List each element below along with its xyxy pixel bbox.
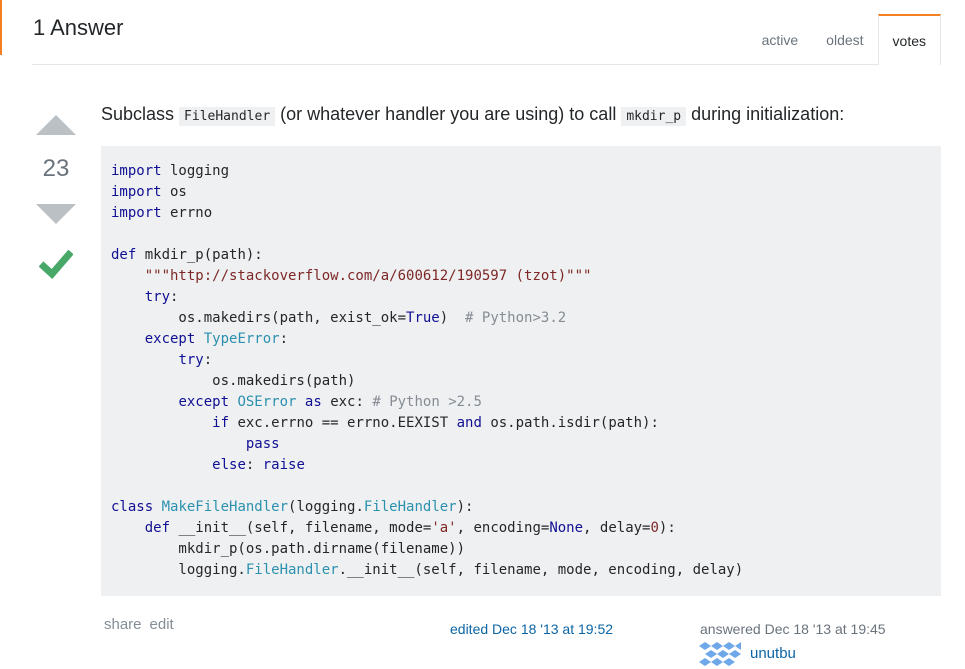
edit-link[interactable]: edit: [150, 616, 174, 633]
left-accent-bar: [0, 0, 2, 55]
code-block[interactable]: import logging import os import errno de…: [101, 146, 941, 596]
intro-text-middle: (or whatever handler you are using) to c…: [275, 104, 622, 124]
answer-post: Subclass FileHandler (or whatever handle…: [101, 100, 941, 596]
username-link[interactable]: unutbu: [750, 645, 796, 662]
answer-intro-text: Subclass FileHandler (or whatever handle…: [101, 100, 941, 131]
tab-oldest[interactable]: oldest: [812, 14, 877, 64]
sort-tabs: active oldest votes: [748, 14, 941, 65]
tab-active[interactable]: active: [748, 14, 813, 64]
share-link[interactable]: share: [104, 616, 142, 633]
accepted-checkmark-icon: [39, 249, 73, 280]
answers-count-title: 1 Answer: [33, 15, 124, 40]
post-menu: share edit: [104, 616, 182, 633]
inline-code-mkdir-p: mkdir_p: [621, 107, 687, 126]
user-avatar[interactable]: [699, 642, 741, 669]
vote-up-arrow-icon[interactable]: [36, 115, 76, 135]
answered-timestamp: answered Dec 18 '13 at 19:45: [700, 621, 886, 637]
inline-code-filehandler: FileHandler: [179, 107, 276, 126]
tab-votes[interactable]: votes: [877, 14, 941, 65]
edited-timestamp-link[interactable]: edited Dec 18 '13 at 19:52: [450, 621, 613, 637]
vote-count: 23: [42, 155, 70, 182]
intro-text-before: Subclass: [101, 104, 180, 124]
intro-text-after: during initialization:: [686, 104, 845, 124]
answers-header: 1 Answer active oldest votes: [32, 0, 941, 65]
vote-down-arrow-icon[interactable]: [36, 204, 76, 224]
